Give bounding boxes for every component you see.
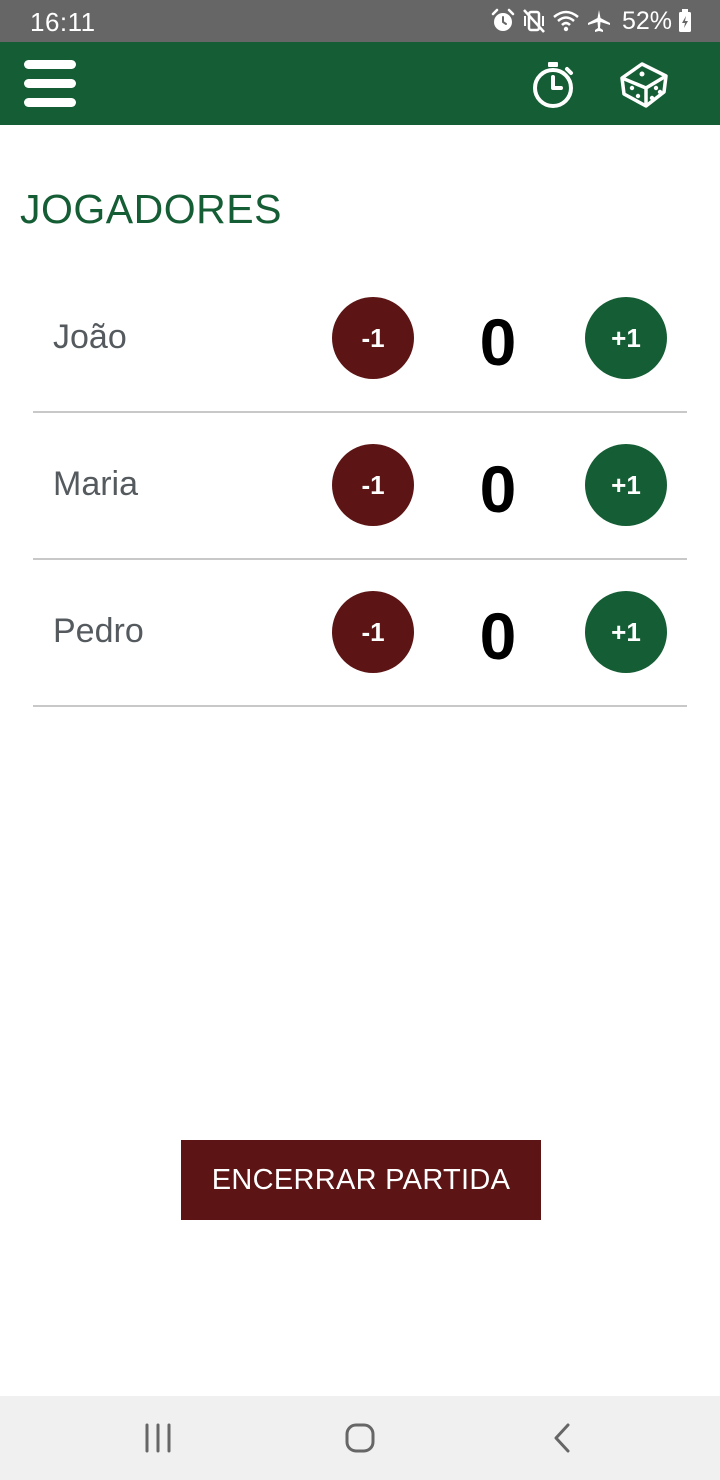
decrement-button[interactable]: -1 (332, 591, 414, 673)
wifi-icon (552, 8, 580, 34)
player-list: João -1 0 +1 Maria -1 0 +1 Pedro -1 0 +1 (33, 266, 687, 707)
back-icon[interactable] (542, 1418, 582, 1458)
decrement-button[interactable]: -1 (332, 444, 414, 526)
player-name: Pedro (53, 612, 144, 650)
status-icons: 52% (490, 5, 692, 37)
timer-icon[interactable] (528, 60, 578, 110)
player-name: Maria (53, 465, 139, 503)
alarm-icon (490, 8, 516, 34)
player-row: João -1 0 +1 (33, 266, 687, 413)
end-match-button[interactable]: ENCERRAR PARTIDA (181, 1140, 541, 1220)
home-icon[interactable] (340, 1418, 380, 1458)
player-score: 0 (479, 599, 517, 673)
dice-icon[interactable] (616, 58, 672, 112)
vibrate-mute-icon (522, 8, 546, 34)
section-title: JOGADORES (20, 186, 282, 232)
status-bar: 16:11 52% (0, 0, 720, 42)
navigation-bar (0, 1396, 720, 1480)
increment-button[interactable]: +1 (585, 591, 667, 673)
increment-button[interactable]: +1 (585, 297, 667, 379)
increment-button[interactable]: +1 (585, 444, 667, 526)
player-name: João (53, 318, 127, 356)
recent-apps-icon[interactable] (138, 1418, 178, 1458)
app-bar (0, 42, 720, 125)
player-row: Pedro -1 0 +1 (33, 560, 687, 707)
status-time: 16:11 (30, 7, 96, 37)
player-score: 0 (479, 452, 517, 526)
airplane-icon (586, 8, 612, 34)
battery-icon (678, 9, 692, 33)
battery-percent: 52% (621, 6, 672, 35)
decrement-button[interactable]: -1 (332, 297, 414, 379)
player-score: 0 (479, 305, 517, 379)
menu-icon[interactable] (22, 57, 80, 111)
player-row: Maria -1 0 +1 (33, 413, 687, 560)
